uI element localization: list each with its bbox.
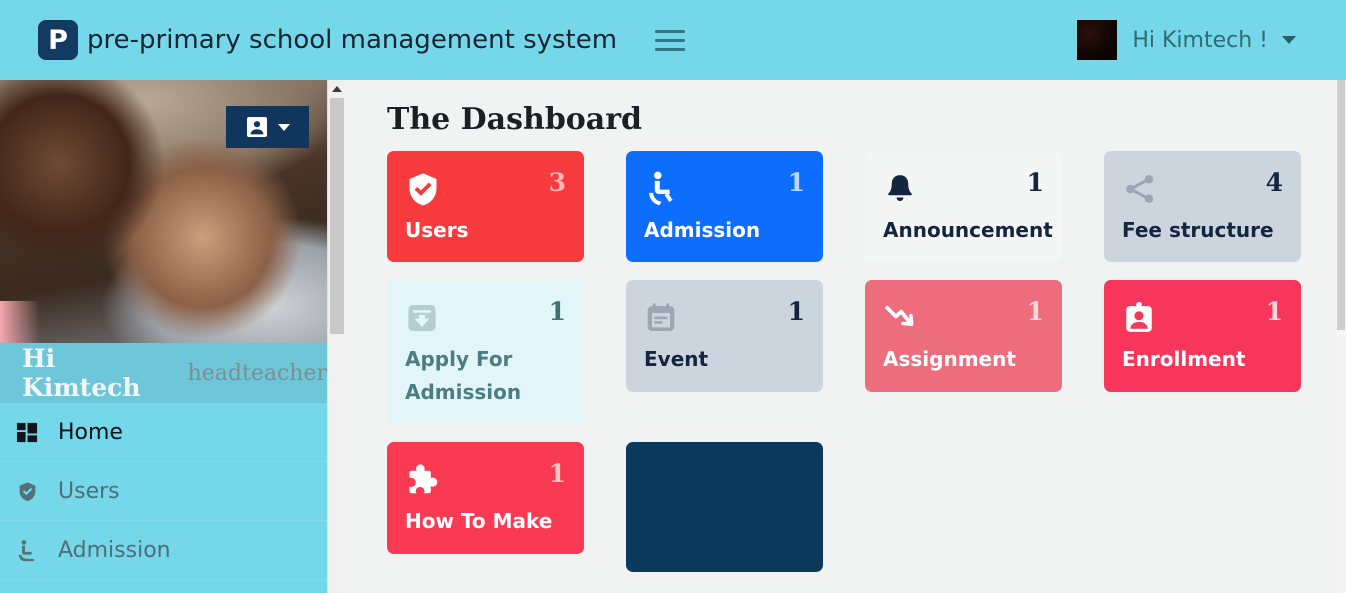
stat-card-event[interactable]: 1 Event bbox=[626, 280, 823, 392]
card-count: 1 bbox=[1026, 168, 1044, 197]
user-greeting-label: Hi Kimtech ! bbox=[1132, 27, 1268, 53]
page-scroll-thumb[interactable] bbox=[1337, 80, 1345, 330]
stat-card-blank[interactable] bbox=[626, 442, 823, 573]
shield-check-icon bbox=[405, 169, 445, 209]
user-avatar-photo bbox=[1076, 19, 1119, 61]
card-label: Users bbox=[405, 218, 469, 242]
user-card-icon bbox=[247, 117, 267, 137]
card-top: 1 bbox=[644, 169, 805, 209]
user-menu[interactable]: Hi Kimtech ! bbox=[1076, 0, 1296, 80]
sidebar-greeting-role: headteacher bbox=[187, 360, 327, 386]
app-title: pre-primary school management system bbox=[87, 25, 618, 55]
hamburger-line bbox=[655, 29, 686, 33]
card-label: Fee structure bbox=[1122, 218, 1274, 242]
logo-letter: P bbox=[48, 24, 68, 56]
card-top: 1 bbox=[405, 460, 566, 500]
card-count: 3 bbox=[548, 168, 566, 197]
wheelchair-icon bbox=[10, 536, 44, 564]
id-badge-icon bbox=[1122, 298, 1162, 338]
stat-card-fee-structure[interactable]: 4 Fee structure bbox=[1104, 151, 1301, 263]
sidebar-item-label: Home bbox=[58, 419, 123, 445]
card-label: Event bbox=[644, 347, 709, 372]
stat-card-admission[interactable]: 1 Admission bbox=[626, 151, 823, 263]
wheelchair-icon bbox=[644, 169, 684, 209]
card-count: 1 bbox=[787, 168, 805, 197]
card-count: 4 bbox=[1265, 168, 1283, 197]
dashboard-card-grid: 3 Users 1 Admission 1 Announcement 4 Fee… bbox=[387, 151, 1336, 573]
download-box-icon bbox=[405, 298, 445, 338]
card-label: Admission bbox=[644, 218, 761, 242]
sidebar-item-label: Admission bbox=[58, 537, 171, 563]
calendar-icon bbox=[644, 298, 684, 338]
card-count: 1 bbox=[1026, 297, 1044, 327]
card-top: 1 bbox=[1122, 298, 1283, 338]
stat-card-how-to-make[interactable]: 1 How To Make bbox=[387, 442, 584, 554]
card-count: 1 bbox=[787, 297, 805, 327]
bell-icon bbox=[883, 169, 923, 209]
shield-check-icon bbox=[10, 477, 44, 505]
chevron-down-icon[interactable] bbox=[1282, 36, 1296, 44]
logo-p-icon: P bbox=[38, 20, 78, 60]
sidebar-item-users[interactable]: Users bbox=[0, 462, 327, 521]
dashboard-grid-icon bbox=[10, 418, 44, 446]
card-label: Apply For Admission bbox=[405, 347, 522, 404]
stat-card-enrollment[interactable]: 1 Enrollment bbox=[1104, 280, 1301, 392]
sidebar-item-admission[interactable]: Admission bbox=[0, 521, 327, 580]
share-nodes-icon bbox=[1122, 169, 1162, 209]
profile-cover-photo bbox=[0, 80, 327, 343]
hamburger-line bbox=[655, 38, 686, 42]
card-top: 1 bbox=[644, 298, 805, 338]
card-label: Enrollment bbox=[1122, 347, 1246, 372]
hamburger-line bbox=[655, 47, 686, 51]
stat-card-announcement[interactable]: 1 Announcement bbox=[865, 151, 1062, 263]
chevron-up-icon[interactable] bbox=[328, 80, 345, 97]
card-top: 1 bbox=[883, 169, 1044, 209]
sidebar-scroll-thumb[interactable] bbox=[330, 98, 344, 334]
puzzle-piece-icon bbox=[405, 460, 445, 500]
chevron-up-glyph bbox=[331, 85, 342, 92]
app-header: P pre-primary school management system H… bbox=[0, 0, 1346, 80]
stat-card-users[interactable]: 3 Users bbox=[387, 151, 584, 263]
page-title: The Dashboard bbox=[387, 102, 643, 137]
page-scrollbar[interactable] bbox=[1336, 80, 1346, 593]
sidebar-item-label: Users bbox=[58, 478, 120, 504]
card-label: Announcement bbox=[883, 218, 1053, 242]
card-count: 1 bbox=[548, 297, 566, 327]
card-top: 1 bbox=[883, 298, 1044, 338]
card-top: 4 bbox=[1122, 169, 1283, 209]
card-top: 1 bbox=[405, 298, 566, 338]
card-label: How To Make bbox=[405, 509, 553, 534]
main-content: The Dashboard 3 Users 1 Admission 1 Anno… bbox=[346, 80, 1336, 593]
card-count: 1 bbox=[548, 459, 566, 489]
sidebar-scrollbar[interactable] bbox=[327, 80, 345, 593]
trending-down-icon bbox=[883, 298, 923, 338]
card-count: 1 bbox=[1265, 297, 1283, 327]
sidebar-item-home[interactable]: Home bbox=[0, 403, 327, 462]
sidebar-greeting: Hi Kimtech headteacher bbox=[0, 343, 327, 403]
card-top: 3 bbox=[405, 169, 566, 209]
brand-block[interactable]: P pre-primary school management system bbox=[38, 20, 617, 60]
sidebar: Hi Kimtech headteacher Home Users Admiss… bbox=[0, 80, 327, 593]
profile-menu-button[interactable] bbox=[226, 106, 309, 148]
chevron-down-icon bbox=[278, 123, 290, 131]
sidebar-greeting-name: Hi Kimtech bbox=[22, 344, 141, 402]
hamburger-menu-icon[interactable] bbox=[653, 23, 687, 57]
stat-card-apply-for-admission[interactable]: 1 Apply For Admission bbox=[387, 280, 584, 425]
card-label: Assignment bbox=[883, 347, 1016, 372]
stat-card-assignment[interactable]: 1 Assignment bbox=[865, 280, 1062, 392]
